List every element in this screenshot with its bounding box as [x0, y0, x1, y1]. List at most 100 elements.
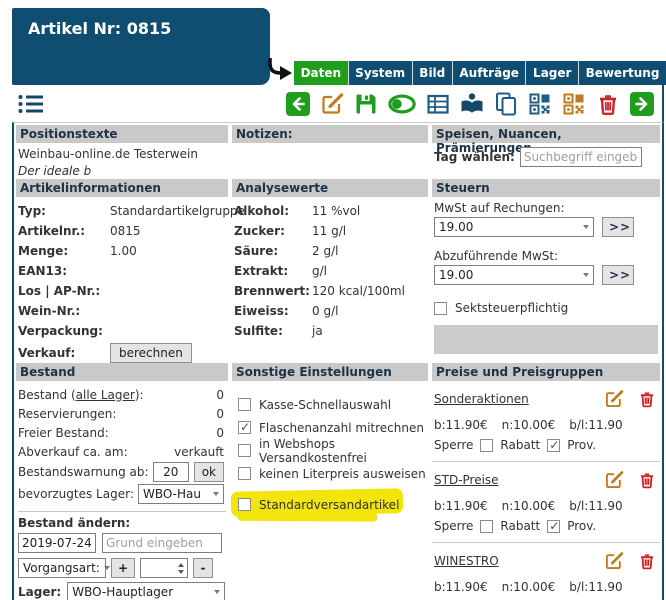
netto-price: n:10.00€ — [502, 418, 556, 432]
bestand-row: Reservierungen:0 — [16, 404, 228, 423]
edit-price-button[interactable] — [604, 470, 624, 490]
literpreis: b/l:11.90 — [569, 499, 622, 513]
section-bestand: Bestand — [16, 363, 228, 381]
article-detail-page: Artikel Nr: 0815 Daten System Bild Auftr… — [0, 0, 666, 600]
flaschenanzahl-checkbox[interactable] — [238, 421, 251, 434]
info-row: Typ:Standardartikelgruppe — [16, 201, 228, 221]
tab-bewertung[interactable]: Bewertung — [579, 61, 666, 85]
brutto-price: b:11.90€ — [434, 499, 488, 513]
checkbox-row: Kasse-Schnellauswahl — [232, 393, 428, 416]
brutto-price: b:11.90€ — [434, 418, 488, 432]
copy-button[interactable] — [494, 92, 518, 116]
positionstext-line1: Weinbau-online.de Testerwein — [18, 147, 228, 161]
table-button[interactable] — [426, 92, 450, 116]
chevron-down-icon — [214, 590, 220, 594]
bevorzugtes-lager-select[interactable]: WBO-Hau — [138, 484, 224, 504]
list-icon[interactable] — [18, 92, 44, 116]
grund-input[interactable] — [102, 533, 222, 553]
bestandswarnung-input[interactable] — [153, 462, 189, 482]
section-notizen: Notizen: — [232, 125, 428, 143]
toolbar — [12, 85, 664, 122]
price-group-link[interactable]: WINESTRO — [434, 554, 499, 568]
delete-price-button[interactable] — [638, 552, 656, 570]
alle-lager-link[interactable]: alle Lager — [76, 388, 135, 402]
edit-button[interactable] — [320, 92, 344, 116]
table-icon — [426, 92, 450, 116]
literpreis-checkbox[interactable] — [238, 467, 251, 480]
versandkostenfrei-checkbox[interactable] — [238, 444, 251, 457]
delete-price-button[interactable] — [638, 390, 656, 408]
back-button[interactable] — [286, 92, 310, 116]
tab-daten[interactable]: Daten — [294, 61, 349, 85]
mwst-rechnungen-select[interactable]: 19.00 — [434, 217, 594, 237]
price-group-link[interactable]: STD-Preise — [434, 473, 499, 487]
info-row: Los | AP-Nr.: — [16, 281, 228, 301]
qr-code-alt-button[interactable] — [562, 92, 586, 116]
info-row: Wein-Nr.: — [16, 301, 228, 321]
save-button[interactable] — [354, 92, 378, 116]
plus-button[interactable]: + — [111, 558, 135, 578]
delete-price-button[interactable] — [638, 471, 656, 489]
edit-icon — [604, 470, 624, 490]
analyse-row: Sulfite:ja — [232, 321, 428, 341]
edit-icon — [604, 389, 624, 409]
abzufuehrende-mwst-select[interactable]: 19.00 — [434, 265, 594, 285]
chevron-down-icon — [213, 492, 219, 496]
chevron-down-icon — [104, 566, 110, 570]
info-row: Verpackung: — [16, 321, 228, 341]
window-title-box: Artikel Nr: 0815 — [12, 8, 270, 85]
reader-button[interactable] — [460, 92, 484, 116]
forward-button[interactable] — [630, 92, 654, 116]
price-group-link[interactable]: Sonderaktionen — [434, 392, 529, 406]
analyse-row: Alkohol:11 %vol — [232, 201, 428, 221]
ok-button[interactable]: ok — [194, 462, 224, 482]
checkbox-row: in Webshops Versandkostenfrei — [232, 439, 428, 462]
sektsteuer-checkbox[interactable] — [434, 302, 447, 315]
bestand-row: Abverkauf ca. am:verkauft — [16, 442, 228, 461]
qr-code-button[interactable] — [528, 92, 552, 116]
tab-auftraege[interactable]: Aufträge — [453, 61, 527, 85]
sperre-checkbox[interactable] — [480, 520, 493, 533]
mwst-apply-button[interactable]: >> — [602, 217, 634, 237]
analyse-row: Extrakt:g/l — [232, 261, 428, 281]
rabatt-checkbox[interactable] — [547, 439, 560, 452]
lager-select[interactable]: WBO-Hauptlager — [67, 582, 225, 600]
analyse-row: Brennwert:120 kcal/100ml — [232, 281, 428, 301]
berechnen-button[interactable]: berechnen — [110, 343, 192, 363]
qr-blue-icon — [528, 92, 552, 116]
standardversandartikel-checkbox[interactable] — [238, 498, 251, 511]
section-sonstige-einstellungen: Sonstige Einstellungen — [232, 363, 428, 381]
tab-lager[interactable]: Lager — [526, 61, 579, 85]
tag-search-input[interactable] — [520, 147, 642, 167]
netto-price: n:10.00€ — [502, 499, 556, 513]
mwst-rechnungen-label: MwSt auf Rechungen: — [434, 201, 660, 215]
bestandswarnung-row: Bestandswarnung ab: ok — [16, 461, 228, 483]
page-title: Artikel Nr: 0815 — [12, 8, 270, 38]
stepper-up-icon[interactable] — [178, 563, 184, 567]
verkauf-row: Verkauf: berechnen — [16, 343, 228, 363]
trash-icon — [596, 92, 620, 116]
quantity-stepper[interactable] — [140, 558, 188, 578]
abzufuehrende-apply-button[interactable]: >> — [602, 265, 634, 285]
tab-system[interactable]: System — [349, 61, 413, 85]
netto-price: n:10.00€ — [502, 580, 556, 594]
chevron-down-icon — [583, 225, 589, 229]
arrow-left-icon — [286, 92, 310, 116]
date-input[interactable] — [18, 533, 96, 553]
edit-price-button[interactable] — [604, 389, 624, 409]
tab-bild[interactable]: Bild — [413, 61, 453, 85]
edit-icon — [604, 551, 624, 571]
toggle-button[interactable] — [388, 92, 416, 116]
vorgangsart-select[interactable]: Vorgangsart: — [18, 558, 106, 578]
empty-gray-panel — [434, 325, 658, 354]
section-artikelinformationen: Artikelinformationen — [16, 179, 228, 197]
rabatt-checkbox[interactable] — [547, 520, 560, 533]
kasse-schnellauswahl-checkbox[interactable] — [238, 398, 251, 411]
edit-icon — [320, 92, 344, 116]
sperre-checkbox[interactable] — [480, 439, 493, 452]
stepper-down-icon[interactable] — [178, 570, 184, 574]
edit-price-button[interactable] — [604, 551, 624, 571]
delete-button[interactable] — [596, 92, 620, 116]
minus-button[interactable]: - — [193, 558, 213, 578]
bestand-aendern-title: Bestand ändern: — [18, 516, 228, 530]
